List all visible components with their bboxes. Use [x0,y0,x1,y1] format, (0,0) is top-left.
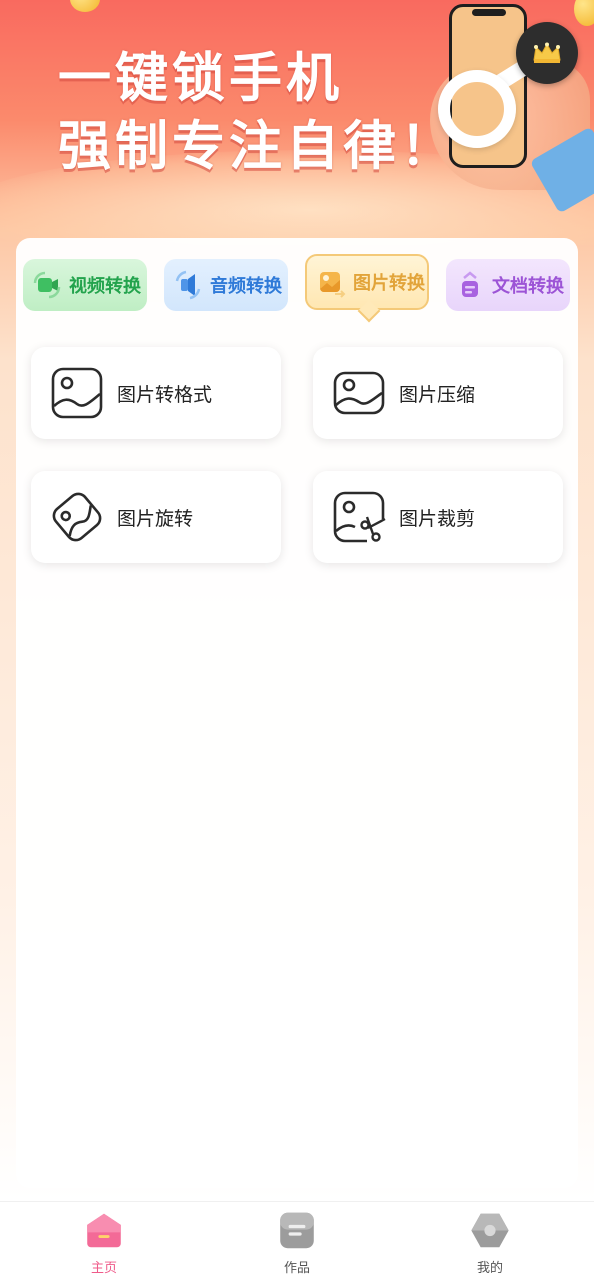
banner-headline-line1: 一键锁手机 [58,48,343,109]
tab-image-convert[interactable]: 图片转换 [305,254,429,323]
rotated-image-icon [52,492,102,542]
image-icon [51,367,103,419]
tab-video-convert[interactable]: 视频转换 [23,259,147,311]
tab-label: 图片转换 [353,273,425,294]
tool-image-rotate[interactable]: 图片旋转 [31,471,281,563]
tab-label: 音频转换 [210,276,282,297]
tool-image-format[interactable]: 图片转格式 [31,347,281,439]
profile-icon [471,1213,509,1248]
promo-banner[interactable]: 一键锁手机 强制专注自律！ [0,0,594,245]
coin-decoration [70,0,100,12]
document-convert-icon [462,271,478,297]
crown-icon [533,42,561,63]
vip-button[interactable] [516,22,578,84]
tabbar-item-profile[interactable]: 我的 [450,1210,530,1276]
tabbar-item-works[interactable]: 作品 [257,1210,337,1276]
tool-label: 图片旋转 [117,507,194,530]
tool-image-crop[interactable]: 图片裁剪 [313,471,563,563]
coin-decoration [574,0,594,26]
image-crop-icon [333,491,386,543]
banner-headline-line2: 强制专注自律！ [58,116,457,177]
category-tabs: 视频转换 音频转换 图片转换 文档转换 [16,238,578,328]
home-icon [87,1213,121,1248]
tabbar-item-home[interactable]: 主页 [64,1210,144,1276]
image-icon [333,371,385,415]
audio-convert-icon [175,270,201,300]
tool-label: 图片压缩 [399,383,476,406]
converter-card: 视频转换 音频转换 图片转换 文档转换 图片转格式 图片压缩 图片旋转 图片裁剪 [16,238,578,1188]
tabbar-label: 作品 [283,1261,310,1276]
tool-label: 图片裁剪 [399,507,476,530]
tool-label: 图片转格式 [117,383,213,406]
bottom-tab-bar: 主页 作品 我的 [0,1201,594,1281]
selected-tab-pointer [357,299,381,323]
video-convert-icon [33,271,61,299]
tool-image-compress[interactable]: 图片压缩 [313,347,563,439]
tab-label: 文档转换 [492,276,564,297]
tabbar-label: 主页 [90,1261,117,1276]
works-icon [280,1212,314,1249]
tab-label: 视频转换 [69,276,141,297]
tab-audio-convert[interactable]: 音频转换 [164,259,288,311]
tabbar-label: 我的 [476,1261,503,1276]
image-convert-icon [320,272,346,298]
tab-document-convert[interactable]: 文档转换 [446,259,570,311]
